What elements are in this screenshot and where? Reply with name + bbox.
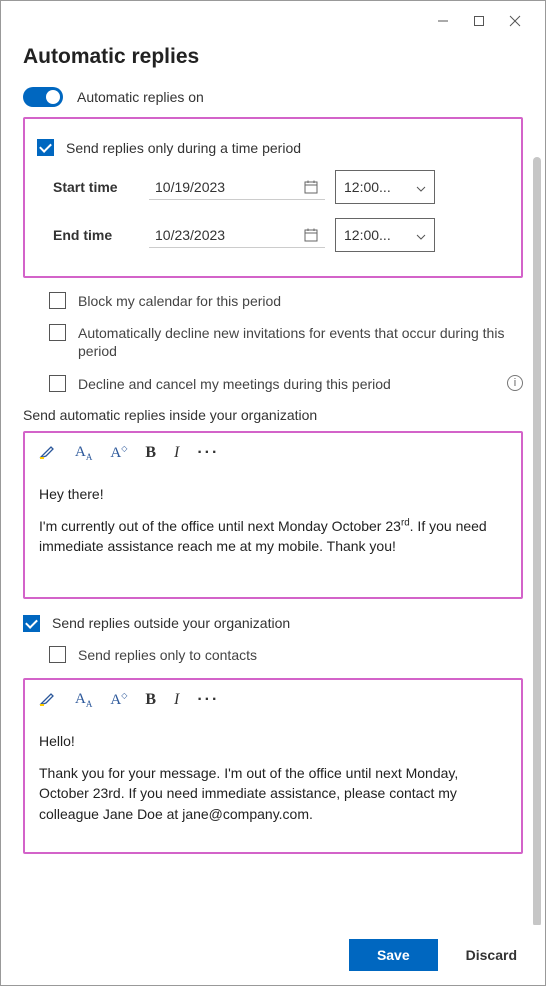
auto-replies-toggle-label: Automatic replies on (77, 89, 204, 105)
inside-line2: I'm currently out of the office until ne… (39, 516, 507, 557)
start-time-row: Start time 10/19/2023 12:00... (53, 170, 509, 204)
font-size-icon[interactable]: A◇ (110, 444, 127, 462)
cancel-meetings-checkbox[interactable] (49, 375, 66, 392)
time-period-checkbox-row[interactable]: Send replies only during a time period (37, 139, 509, 156)
end-time-label: End time (53, 227, 149, 243)
bold-button[interactable]: B (145, 444, 156, 462)
discard-button[interactable]: Discard (460, 946, 523, 964)
italic-button[interactable]: I (174, 444, 179, 462)
chevron-down-icon (416, 179, 426, 195)
cancel-meetings-row[interactable]: Decline and cancel my meetings during th… (49, 375, 523, 393)
outside-line2: Thank you for your message. I'm out of t… (39, 763, 507, 824)
automatic-replies-dialog: Automatic replies Automatic replies on S… (0, 0, 546, 986)
content-area: Automatic replies Automatic replies on S… (1, 41, 545, 925)
save-button[interactable]: Save (349, 939, 438, 971)
chevron-down-icon (416, 227, 426, 243)
font-color-icon[interactable]: AA (75, 444, 92, 462)
decline-new-label: Automatically decline new invitations fo… (78, 324, 523, 360)
footer: Save Discard (1, 925, 545, 985)
highlight-icon[interactable] (39, 443, 57, 464)
start-time-label: Start time (53, 179, 149, 195)
time-period-box: Send replies only during a time period S… (23, 117, 523, 278)
only-contacts-checkbox[interactable] (49, 646, 66, 663)
font-size-icon[interactable]: A◇ (110, 691, 127, 709)
time-period-checkbox[interactable] (37, 139, 54, 156)
minimize-button[interactable] (425, 7, 461, 35)
only-contacts-row[interactable]: Send replies only to contacts (49, 646, 523, 664)
end-date-value: 10/23/2023 (155, 227, 225, 243)
italic-button[interactable]: I (174, 691, 179, 709)
calendar-options: Block my calendar for this period Automa… (49, 292, 523, 393)
page-title: Automatic replies (23, 45, 523, 69)
more-button[interactable]: ··· (197, 444, 219, 462)
more-button[interactable]: ··· (197, 691, 219, 709)
decline-new-row[interactable]: Automatically decline new invitations fo… (49, 324, 523, 360)
start-time-value: 12:00... (344, 179, 391, 195)
outside-editor: AA A◇ B I ··· Hello! Thank you for your … (23, 678, 523, 854)
outside-toolbar: AA A◇ B I ··· (25, 680, 521, 721)
start-time-field[interactable]: 12:00... (335, 170, 435, 204)
inside-editor-body[interactable]: Hey there! I'm currently out of the offi… (25, 474, 521, 597)
decline-new-checkbox[interactable] (49, 324, 66, 341)
cancel-meetings-label: Decline and cancel my meetings during th… (78, 375, 499, 393)
bold-button[interactable]: B (145, 691, 156, 709)
inside-editor: AA A◇ B I ··· Hey there! I'm currently o… (23, 431, 523, 599)
outside-line1: Hello! (39, 731, 507, 751)
maximize-button[interactable] (461, 7, 497, 35)
calendar-icon[interactable] (303, 179, 319, 195)
send-outside-row[interactable]: Send replies outside your organization (23, 615, 523, 632)
end-time-field[interactable]: 12:00... (335, 218, 435, 252)
titlebar (1, 1, 545, 41)
time-period-checkbox-label: Send replies only during a time period (66, 140, 301, 156)
end-date-field[interactable]: 10/23/2023 (149, 223, 325, 248)
outside-editor-body[interactable]: Hello! Thank you for your message. I'm o… (25, 721, 521, 852)
scrollbar[interactable] (533, 157, 541, 925)
end-time-value: 12:00... (344, 227, 391, 243)
send-outside-checkbox[interactable] (23, 615, 40, 632)
close-button[interactable] (497, 7, 533, 35)
info-icon[interactable]: i (507, 375, 523, 391)
inside-org-label: Send automatic replies inside your organ… (23, 407, 523, 423)
start-date-value: 10/19/2023 (155, 179, 225, 195)
block-calendar-label: Block my calendar for this period (78, 292, 523, 310)
only-contacts-label: Send replies only to contacts (78, 646, 523, 664)
inside-toolbar: AA A◇ B I ··· (25, 433, 521, 474)
inside-line1: Hey there! (39, 484, 507, 504)
auto-replies-toggle-row: Automatic replies on (23, 87, 523, 107)
end-time-row: End time 10/23/2023 12:00... (53, 218, 509, 252)
auto-replies-toggle[interactable] (23, 87, 63, 107)
send-outside-label: Send replies outside your organization (52, 615, 290, 631)
font-color-icon[interactable]: AA (75, 691, 92, 709)
calendar-icon[interactable] (303, 227, 319, 243)
block-calendar-checkbox[interactable] (49, 292, 66, 309)
highlight-icon[interactable] (39, 690, 57, 711)
block-calendar-row[interactable]: Block my calendar for this period (49, 292, 523, 310)
start-date-field[interactable]: 10/19/2023 (149, 175, 325, 200)
